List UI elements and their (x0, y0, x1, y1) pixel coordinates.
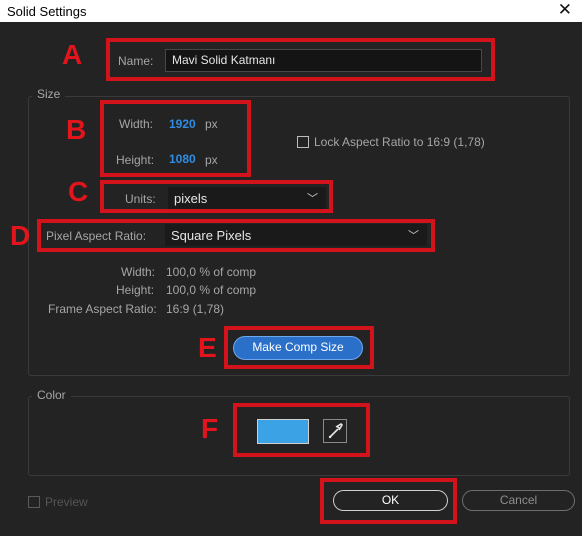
info-width-label: Width: (121, 265, 156, 279)
annotation-letter-a: A (62, 39, 83, 70)
annotation-letter-c: C (68, 176, 89, 207)
annotation-letter-b: B (66, 114, 87, 145)
annotation-box-c (100, 180, 333, 213)
cancel-button[interactable]: Cancel (462, 490, 575, 511)
title-bar: Solid Settings ✕ (0, 0, 582, 22)
annotation-letter-f: F (201, 413, 219, 444)
size-group-title: Size (32, 87, 66, 101)
annotation-box-b (100, 100, 251, 177)
info-height-label: Height: (116, 283, 155, 297)
annotation-letter-e: E (198, 332, 217, 363)
info-frame-label: Frame Aspect Ratio: (48, 302, 157, 316)
annotation-letter-d: D (10, 220, 31, 251)
close-icon[interactable]: ✕ (558, 0, 572, 20)
annotation-box-e (224, 326, 374, 369)
info-width-value: 100,0 % of comp (166, 265, 257, 279)
info-height-value: 100,0 % of comp (166, 283, 257, 297)
annotation-box-d (37, 219, 435, 252)
annotation-box-ok (320, 478, 457, 524)
preview-label: Preview (45, 495, 88, 509)
window-title: Solid Settings (7, 4, 87, 19)
lock-aspect-label: Lock Aspect Ratio to 16:9 (1,78) (314, 135, 485, 149)
preview-checkbox[interactable] (28, 496, 40, 508)
info-frame-value: 16:9 (1,78) (166, 302, 225, 316)
color-group-title: Color (32, 388, 71, 402)
annotation-box-f (233, 403, 370, 457)
dialog-body: Name: Mavi Solid Katmanı Size Width: 192… (0, 22, 582, 536)
annotation-box-a (106, 38, 495, 81)
lock-aspect-checkbox[interactable] (297, 136, 309, 148)
